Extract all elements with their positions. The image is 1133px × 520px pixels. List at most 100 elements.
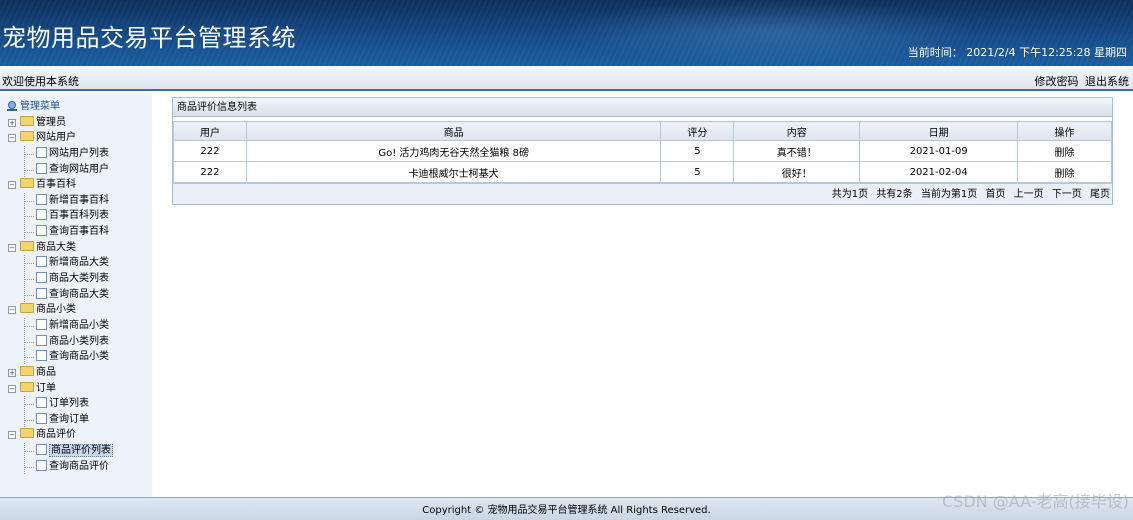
column-header: 评分 (660, 121, 735, 141)
pager-next-link[interactable]: 下一页 (1052, 189, 1082, 200)
copyright-text: Copyright © 宠物用品交易平台管理系统 All Rights Rese… (422, 505, 711, 516)
collapse-icon[interactable]: − (8, 431, 16, 440)
pager-prev-link[interactable]: 上一页 (1014, 189, 1044, 200)
folder-icon (20, 428, 34, 439)
table-header-row: 用户 商品 评分 内容 日期 操作 (173, 121, 1112, 141)
menu-root[interactable]: 管理菜单 (4, 99, 113, 115)
pager-total-items: 共有2条 (876, 189, 913, 200)
pager-total-pages: 共为1页 (831, 189, 869, 200)
menu-item[interactable]: 新增百事百科 (4, 192, 113, 209)
menu-item[interactable]: 百事百科列表 (4, 208, 113, 224)
tree-line (24, 153, 34, 155)
menu-tree: 管理菜单 + 管理员 − 网站用户 网站用户列表 查询网站用户 − 百事百科 新增百事百科 百事百科… (4, 99, 113, 474)
app-title: 宠物用品交易平台管理系统 (2, 24, 296, 52)
pager-last-link[interactable]: 尾页 (1090, 189, 1110, 200)
menu-item[interactable]: 网站用户列表 (4, 145, 113, 162)
menu-group[interactable]: − 网站用户 (4, 130, 113, 146)
menu-item[interactable]: 订单列表 (4, 396, 113, 412)
tree-line (24, 466, 34, 468)
app-header: 宠物用品交易平台管理系统 当前时间： 2021/2/4 下午12:25:28 星… (0, 0, 1133, 66)
cell-user: 222 (173, 140, 247, 162)
page-icon (36, 444, 47, 456)
menu-item-label: 查询百事百科 (49, 226, 109, 238)
cell-content: 真不错！ (733, 140, 861, 162)
menu-item[interactable]: 新增商品大类 (4, 255, 113, 271)
menu-group-label: 订单 (36, 382, 56, 394)
logout-link[interactable]: 退出系统 (1085, 75, 1129, 88)
table-row: 222 Go! 活力鸡肉无谷天然全猫粮 8磅 5 真不错！ 2021-01-09… (173, 140, 1112, 162)
pager-first-link[interactable]: 首页 (985, 189, 1005, 200)
tree-line (24, 341, 34, 343)
menu-item-label: 查询商品小类 (49, 351, 109, 363)
menu-group[interactable]: − 百事百科 (4, 177, 113, 193)
current-time: 当前时间： 2021/2/4 下午12:25:28 星期四 (907, 46, 1127, 59)
menu-item[interactable]: 查询订单 (4, 411, 113, 428)
menu-item-label: 查询商品大类 (49, 288, 109, 300)
menu-item-label: 查询网站用户 (49, 163, 109, 175)
column-header: 用户 (173, 121, 247, 141)
page-icon (36, 209, 47, 221)
page-icon (36, 287, 47, 299)
page-icon (36, 459, 47, 471)
expand-icon[interactable]: + (8, 118, 16, 127)
menu-item[interactable]: 查询百事百科 (4, 224, 113, 240)
menu-group[interactable]: − 订单 (4, 381, 113, 397)
cell-score: 5 (660, 161, 735, 183)
menu-item[interactable]: 查询商品小类 (4, 349, 113, 365)
menu-item-label: 查询订单 (49, 413, 89, 425)
menu-item[interactable]: 查询商品大类 (4, 286, 113, 303)
tree-line (24, 216, 34, 218)
folder-icon (20, 381, 34, 392)
top-links: 修改密码 退出系统 (1032, 73, 1130, 89)
menu-group[interactable]: − 商品小类 (4, 302, 113, 318)
menu-group-label: 商品评价 (36, 429, 76, 441)
menu-item[interactable]: 商品小类列表 (4, 333, 113, 350)
column-header: 商品 (245, 121, 662, 141)
review-table: 用户 商品 评分 内容 日期 操作 222 Go! 活力鸡肉无谷天然全猫粮 8磅… (173, 121, 1112, 183)
page-icon (36, 256, 47, 268)
menu-item[interactable]: 商品大类列表 (4, 271, 113, 287)
menu-item-label: 新增百事百科 (49, 194, 109, 206)
delete-link[interactable]: 删除 (1017, 161, 1112, 183)
menu-item-label: 订单列表 (49, 398, 89, 410)
sitemap-icon (7, 101, 17, 111)
menu-item[interactable]: 查询网站用户 (4, 161, 113, 178)
collapse-icon[interactable]: − (8, 243, 16, 252)
cell-date: 2021-02-04 (859, 161, 1019, 183)
cell-product: 卡迪根威尔士柯基犬 (245, 161, 662, 183)
menu-item-label: 商品评价列表 (49, 444, 113, 458)
watermark: CSDN @AA-老高(接毕设) (942, 492, 1129, 511)
cell-content: 很好！ (733, 161, 861, 183)
tree-line (24, 263, 34, 265)
expand-icon[interactable]: + (8, 368, 16, 377)
page-icon (36, 162, 47, 174)
menu-item[interactable]: 新增商品小类 (4, 317, 113, 334)
welcome-text: 欢迎使用本系统 (2, 75, 79, 88)
collapse-icon[interactable]: − (8, 181, 16, 190)
menu-group-label: 百事百科 (36, 179, 76, 191)
page-icon (36, 225, 47, 237)
menu-item[interactable]: 查询商品评价 (4, 458, 113, 475)
menu-item[interactable]: 商品评价列表 (4, 443, 113, 459)
menu-group[interactable]: − 商品大类 (4, 240, 113, 256)
change-password-link[interactable]: 修改密码 (1035, 75, 1079, 88)
page-icon (36, 146, 47, 158)
tree-line (24, 200, 34, 202)
menu-item-label: 商品小类列表 (49, 335, 109, 347)
collapse-icon[interactable]: − (8, 384, 16, 393)
page-icon (36, 397, 47, 409)
menu-group-label: 管理员 (36, 116, 66, 128)
column-header: 内容 (733, 121, 861, 141)
welcome-bar: 欢迎使用本系统 修改密码 退出系统 (0, 66, 1133, 91)
delete-link[interactable]: 删除 (1017, 140, 1112, 162)
menu-group[interactable]: + 管理员 (4, 115, 113, 131)
collapse-icon[interactable]: − (8, 306, 16, 315)
menu-group[interactable]: − 商品评价 (4, 427, 113, 443)
menu-group-label: 商品小类 (36, 304, 76, 316)
menu-item-label: 网站用户列表 (49, 147, 109, 159)
collapse-icon[interactable]: − (8, 134, 16, 143)
menu-group-label: 网站用户 (36, 132, 76, 144)
menu-root-label: 管理菜单 (20, 101, 60, 112)
menu-group[interactable]: + 商品 (4, 365, 113, 381)
pager-current-page: 当前为第1页 (920, 189, 978, 200)
